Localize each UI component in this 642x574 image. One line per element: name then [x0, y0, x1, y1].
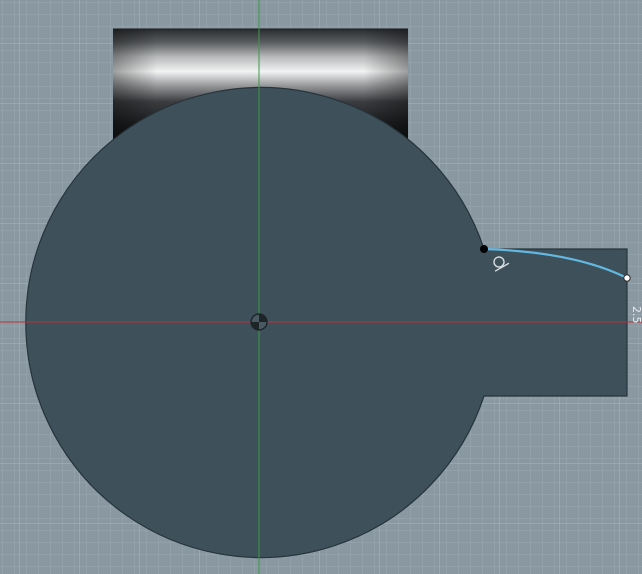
spline-start-point[interactable]: [480, 245, 488, 253]
dimension-label[interactable]: 2.5: [630, 306, 642, 324]
canvas-viewport[interactable]: 2.5: [0, 0, 642, 574]
design-canvas[interactable]: 2.5: [0, 0, 642, 574]
dimension-value: 2.5: [630, 306, 642, 324]
origin-marker-icon[interactable]: [250, 313, 268, 331]
spline-end-point[interactable]: [623, 274, 631, 282]
